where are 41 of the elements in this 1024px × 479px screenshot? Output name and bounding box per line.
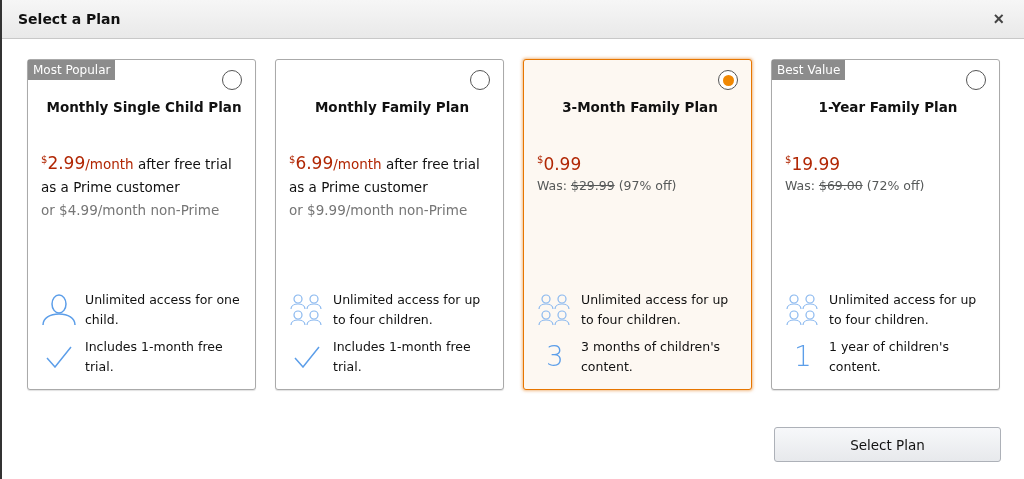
original-price: Was: $29.99 (97% off) <box>537 176 678 195</box>
plan-card[interactable]: Most Popular Monthly Single Child Plan $^{$}$2.99/month after free trial as a Prime customer or $4.99/month non-Prime Unlimited access for one child. Includes 1-month free trial. <box>27 59 256 390</box>
dialog-title: Select a Plan <box>18 11 121 27</box>
plan-badge: Best Value <box>772 60 846 80</box>
plan-title: 1-Year Family Plan <box>817 99 959 115</box>
radio-button[interactable] <box>470 70 490 90</box>
feature-text: 3 months of children's content. <box>581 338 722 376</box>
number-icon: 3 <box>546 342 564 372</box>
feature-text: Unlimited access for one child. <box>85 291 241 329</box>
close-button[interactable]: × <box>989 8 1008 30</box>
feature-text: Unlimited access for up to four children. <box>829 291 978 329</box>
radio-button[interactable] <box>966 70 986 90</box>
plan-card[interactable]: 3-Month Family Plan $^{$}$0.99 Was: $29.99 (97% off) Unlimited access for up to four children. 3 3 months of children's content. <box>523 59 752 390</box>
price-text: $^{$}$0.99 <box>537 152 583 176</box>
feature-text: Unlimited access for up to four children. <box>333 291 482 329</box>
non-prime-price: or $4.99/month non-Prime <box>41 200 221 220</box>
non-prime-price: or $9.99/month non-Prime <box>289 200 469 220</box>
price-text: $^{$}$2.99/month after free trial as a Prime customer <box>41 151 233 197</box>
original-price: Was: $69.00 (72% off) <box>785 176 926 195</box>
feature-text: 1 year of children's content. <box>829 338 950 376</box>
feature-text: Unlimited access for up to four children. <box>581 291 730 329</box>
plan-badge: Most Popular <box>28 60 116 80</box>
price-text: $^{$}$6.99/month after free trial as a Prime customer <box>289 151 481 197</box>
people-icon <box>290 294 324 326</box>
plan-card[interactable]: Monthly Family Plan $^{$}$6.99/month after free trial as a Prime customer or $9.99/month non-Prime Unlimited access for up to four children. Includes 1-month free trial. <box>275 59 504 390</box>
number-icon: 1 <box>794 342 812 372</box>
plan-title: 3-Month Family Plan <box>561 99 719 115</box>
select-plan-button[interactable]: Select Plan <box>774 427 1001 462</box>
feature-text: Includes 1-month free trial. <box>85 338 224 376</box>
price-text: $^{$}$19.99 <box>785 152 842 176</box>
checkmark-icon <box>46 346 72 368</box>
plan-title: Monthly Single Child Plan <box>45 99 243 115</box>
feature-text: Includes 1-month free trial. <box>333 338 472 376</box>
plan-card[interactable]: Best Value 1-Year Family Plan $^{$}$19.99 Was: $69.00 (72% off) Unlimited access for up to four children. 1 1 year of children's content. <box>771 59 1000 390</box>
radio-button[interactable] <box>222 70 242 90</box>
radio-button[interactable] <box>718 70 738 90</box>
person-icon <box>41 294 77 326</box>
people-icon <box>786 294 820 326</box>
checkmark-icon <box>294 346 320 368</box>
plan-title: Monthly Family Plan <box>313 99 471 115</box>
people-icon <box>538 294 572 326</box>
